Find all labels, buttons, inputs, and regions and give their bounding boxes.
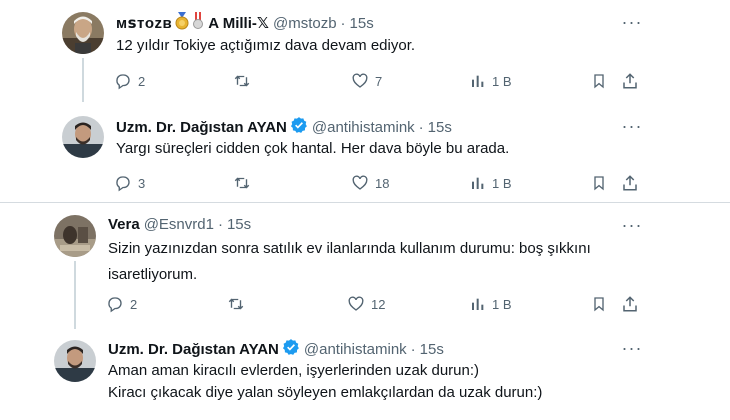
retweet-button[interactable] [232,70,258,92]
retweet-button[interactable] [226,293,252,315]
tweet-4[interactable]: Uzm. Dr. Dağıstan AYAN @antihistamink · … [0,328,730,420]
like-icon [351,72,369,90]
thread-line [74,261,76,329]
timestamp[interactable]: 15s [420,340,444,360]
like-count: 7 [375,73,383,89]
more-icon[interactable]: ··· [620,215,644,235]
reply-count: 2 [138,73,146,89]
tweet-text-line: Yargı süreçleri cidden çok hantal. Her d… [116,140,510,157]
user-handle[interactable]: @Esnvrd1 [144,215,214,235]
tweet-header: ᴍꜱᴛᴏᴢʙ A Milli-𝕏 @mstozb · 15s [116,12,374,36]
verified-badge-icon [290,116,308,140]
timestamp[interactable]: 15s [428,118,452,138]
bookmark-button[interactable] [591,293,607,315]
display-name-suffix: A Milli-𝕏 [208,15,269,32]
views-button[interactable]: 1 B [470,293,512,315]
thread-line [82,58,84,102]
like-icon [351,174,369,192]
tweet-actions: 2 7 1 B [114,70,644,92]
tweet-header: Uzm. Dr. Dağıstan AYAN @antihistamink · … [108,338,444,362]
share-icon [621,295,639,313]
tweet-text: Yargı süreçleri cidden çok hantal. Her d… [116,138,509,160]
reply-icon [106,295,124,313]
more-icon[interactable]: ··· [620,116,644,136]
bookmark-icon [591,174,607,192]
user-handle[interactable]: @antihistamink [312,118,415,138]
share-button[interactable] [621,293,639,315]
reply-button[interactable]: 2 [114,70,145,92]
medal-emoji-icon [192,12,204,36]
avatar[interactable] [62,12,104,54]
timeline-feed: ᴍꜱᴛᴏᴢʙ A Milli-𝕏 @mstozb · 15s ··· 12 yı… [0,0,730,420]
tweet-text-line: Aman aman kiracılı evlerden, işyerlerind… [108,362,480,379]
reply-count: 2 [130,296,138,312]
share-icon [621,72,639,90]
tweet-text: 12 yıldır Tokiye açtığımız dava devam ed… [116,35,415,57]
separator-dot: · [410,341,416,358]
timestamp[interactable]: 15s [350,14,374,34]
reply-button[interactable]: 2 [106,293,137,315]
bookmark-icon [591,295,607,313]
more-icon[interactable]: ··· [620,338,644,358]
views-button[interactable]: 1 B [470,172,512,194]
like-count: 18 [375,175,390,191]
views-icon [470,73,486,89]
tweet-text-line: isaretliyorum. [108,266,198,283]
tweet-header: Vera @Esnvrd1 · 15s [108,215,251,235]
views-count: 1 B [492,175,512,191]
medal-emoji-icon [174,12,190,36]
tweet-text-line: Kiracı çıkacak diye yalan söyleyen emlak… [108,384,543,401]
retweet-button[interactable] [232,172,258,194]
tweet-text: Sizin yazınızdan sonra satılık ev ilanla… [108,238,591,286]
tweet-text-line: Sizin yazınızdan sonra satılık ev ilanla… [108,240,591,257]
reply-icon [114,72,132,90]
verified-badge-icon [282,338,300,362]
retweet-icon [232,72,252,90]
views-count: 1 B [492,73,512,89]
views-button[interactable]: 1 B [470,70,512,92]
tweet-actions: 3 18 1 B [114,172,644,194]
separator-dot: · [418,119,424,136]
like-button[interactable]: 12 [347,293,385,315]
bookmark-icon [591,72,607,90]
reply-icon [114,174,132,192]
reply-count: 3 [138,175,146,191]
views-count: 1 B [492,296,512,312]
tweet-text: Aman aman kiracılı evlerden, işyerlerind… [108,360,542,404]
retweet-icon [226,295,246,313]
tweet-2[interactable]: Uzm. Dr. Dağıstan AYAN @antihistamink · … [0,102,730,202]
bookmark-button[interactable] [591,70,607,92]
display-name[interactable]: ᴍꜱᴛᴏᴢʙ [116,14,172,34]
retweet-icon [232,174,252,192]
tweet-text-line: 12 yıldır Tokiye açtığımız dava devam ed… [116,37,416,54]
avatar[interactable] [62,116,104,158]
like-icon [347,295,365,313]
like-button[interactable]: 18 [351,172,389,194]
reply-button[interactable]: 3 [114,172,145,194]
views-icon [470,175,486,191]
share-button[interactable] [621,70,639,92]
tweet-1[interactable]: ᴍꜱᴛᴏᴢʙ A Milli-𝕏 @mstozb · 15s ··· 12 yı… [0,0,730,102]
views-icon [470,296,486,312]
like-button[interactable]: 7 [351,70,382,92]
share-icon [621,174,639,192]
bookmark-button[interactable] [591,172,607,194]
display-name[interactable]: Uzm. Dr. Dağıstan AYAN [116,118,287,138]
separator-dot: · [217,216,223,233]
display-name[interactable]: Uzm. Dr. Dağıstan AYAN [108,340,279,360]
tweet-3[interactable]: Vera @Esnvrd1 · 15s ··· Sizin yazınızdan… [0,202,730,329]
separator-dot: · [340,15,346,32]
tweet-actions: 2 12 1 B [106,293,639,315]
timestamp[interactable]: 15s [227,215,251,235]
like-count: 12 [371,296,386,312]
display-name[interactable]: Vera [108,215,140,235]
avatar[interactable] [54,215,96,257]
user-handle[interactable]: @antihistamink [304,340,407,360]
user-handle[interactable]: @mstozb [273,14,337,34]
share-button[interactable] [621,172,639,194]
more-icon[interactable]: ··· [620,12,644,32]
avatar[interactable] [54,340,96,382]
tweet-header: Uzm. Dr. Dağıstan AYAN @antihistamink · … [116,116,452,140]
